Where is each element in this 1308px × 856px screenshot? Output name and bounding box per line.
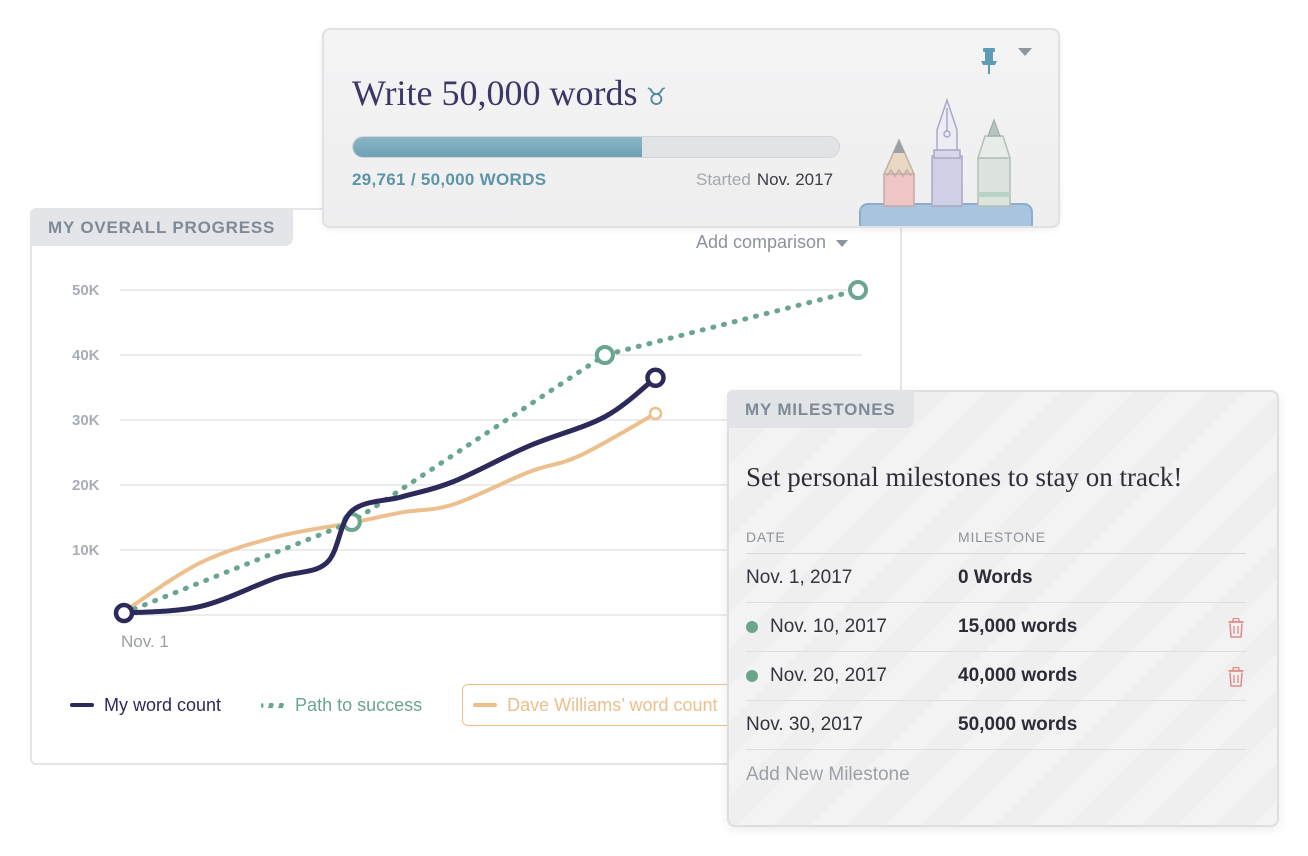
milestone-value: 15,000 words bbox=[958, 616, 1078, 637]
milestone-row: Nov. 30, 2017 50,000 words bbox=[746, 701, 1246, 750]
milestones-table-header: DATE MILESTONE bbox=[746, 520, 1246, 554]
milestones-heading: Set personal milestones to stay on track… bbox=[746, 462, 1183, 492]
x-tick-label: Nov. 1 bbox=[121, 632, 169, 651]
milestone-reached-dot bbox=[746, 670, 758, 682]
milestone-row: Nov. 20, 2017 40,000 words bbox=[746, 652, 1246, 701]
legend-path-to-success[interactable]: Path to success bbox=[261, 695, 422, 716]
series-line-comparison bbox=[122, 411, 658, 614]
milestone-date-cell: Nov. 10, 2017 bbox=[746, 616, 958, 638]
goal-menu-caret-icon[interactable] bbox=[1018, 48, 1032, 56]
y-tick-label: 40K bbox=[72, 347, 100, 364]
path-marker bbox=[594, 345, 615, 365]
chart-legend: My word count Path to success Dave Willi… bbox=[70, 684, 733, 726]
trash-icon[interactable] bbox=[1228, 667, 1244, 687]
milestone-value: 40,000 words bbox=[958, 665, 1078, 686]
milestone-date-cell: Nov. 20, 2017 bbox=[746, 665, 958, 687]
trash-icon[interactable] bbox=[1228, 618, 1244, 638]
milestone-date: Nov. 30, 2017 bbox=[746, 714, 863, 735]
legend-label: Dave Williams’ word count bbox=[507, 694, 718, 715]
milestone-value: 0 Words bbox=[958, 567, 1033, 588]
started-value: Nov. 2017 bbox=[756, 170, 834, 189]
milestones-card: MY MILESTONES Set personal milestones to… bbox=[727, 390, 1279, 827]
start-marker bbox=[113, 602, 135, 624]
started-label: Started bbox=[696, 170, 751, 189]
milestone-row: Nov. 10, 2017 15,000 words bbox=[746, 603, 1246, 652]
goal-progress-fill bbox=[353, 137, 643, 157]
taurus-icon: ♉ bbox=[645, 83, 668, 111]
goal-card: Write 50,000 words ♉ 29,761 / 50,000 WORD… bbox=[322, 28, 1060, 228]
milestones-table: DATE MILESTONE Nov. 1, 2017 0 Words Nov.… bbox=[746, 520, 1246, 799]
milestone-date: Nov. 1, 2017 bbox=[746, 567, 853, 588]
started-date: Started Nov. 2017 bbox=[696, 170, 833, 190]
date-column-header: DATE bbox=[746, 528, 786, 545]
goal-title-text: Write 50,000 words bbox=[352, 73, 638, 113]
milestone-row: Nov. 1, 2017 0 Words bbox=[746, 554, 1246, 603]
legend-label: Path to success bbox=[295, 694, 423, 715]
path-marker bbox=[848, 280, 868, 300]
y-tick-label: 10K bbox=[72, 542, 100, 559]
series-line-my-word-count bbox=[121, 375, 659, 616]
pin-icon[interactable] bbox=[978, 46, 1000, 76]
legend-label: My word count bbox=[104, 694, 222, 715]
milestones-tab: MY MILESTONES bbox=[727, 390, 914, 428]
legend-comparison-word-count[interactable]: Dave Williams’ word count bbox=[462, 684, 733, 726]
add-new-milestone-link[interactable]: Add New Milestone bbox=[746, 750, 1246, 799]
legend-swatch bbox=[473, 703, 498, 707]
milestone-value: 50,000 words bbox=[958, 714, 1078, 735]
y-tick-label: 50K bbox=[72, 282, 100, 299]
milestone-date: Nov. 10, 2017 bbox=[770, 616, 887, 637]
pens-illustration bbox=[859, 97, 1033, 226]
milestone-reached-dot bbox=[746, 621, 758, 633]
y-tick-label: 30K bbox=[72, 412, 100, 429]
goal-progress-bar bbox=[352, 136, 840, 158]
milestone-column-header: MILESTONE bbox=[958, 528, 1046, 545]
legend-my-word-count[interactable]: My word count bbox=[70, 695, 221, 716]
comparison-end-marker bbox=[648, 406, 663, 421]
legend-swatch bbox=[70, 703, 94, 707]
milestone-date: Nov. 20, 2017 bbox=[770, 665, 887, 686]
legend-swatch bbox=[261, 702, 286, 708]
goal-title: Write 50,000 words ♉ bbox=[352, 72, 667, 114]
words-count-label: 29,761 / 50,000 WORDS bbox=[352, 170, 547, 189]
my-count-end-marker bbox=[645, 367, 666, 388]
y-tick-label: 20K bbox=[72, 477, 100, 494]
